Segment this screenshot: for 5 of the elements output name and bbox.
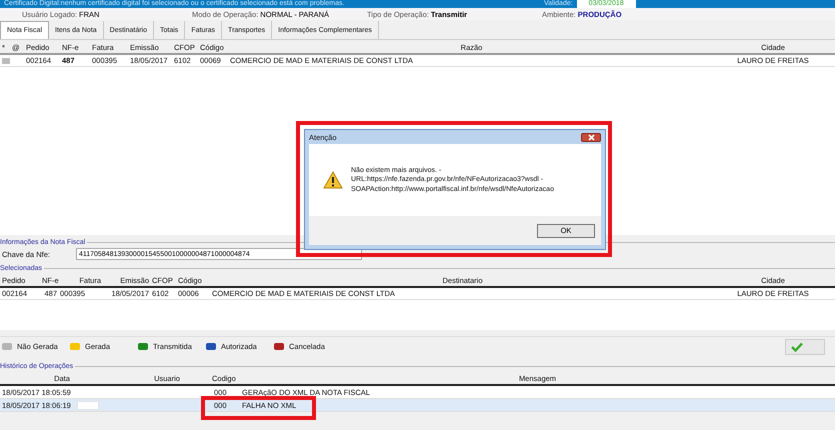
close-button[interactable] [581, 132, 601, 142]
row-status-icon [2, 58, 10, 64]
warning-icon [323, 171, 343, 189]
close-icon [588, 134, 594, 140]
checkmark-icon [791, 342, 803, 352]
